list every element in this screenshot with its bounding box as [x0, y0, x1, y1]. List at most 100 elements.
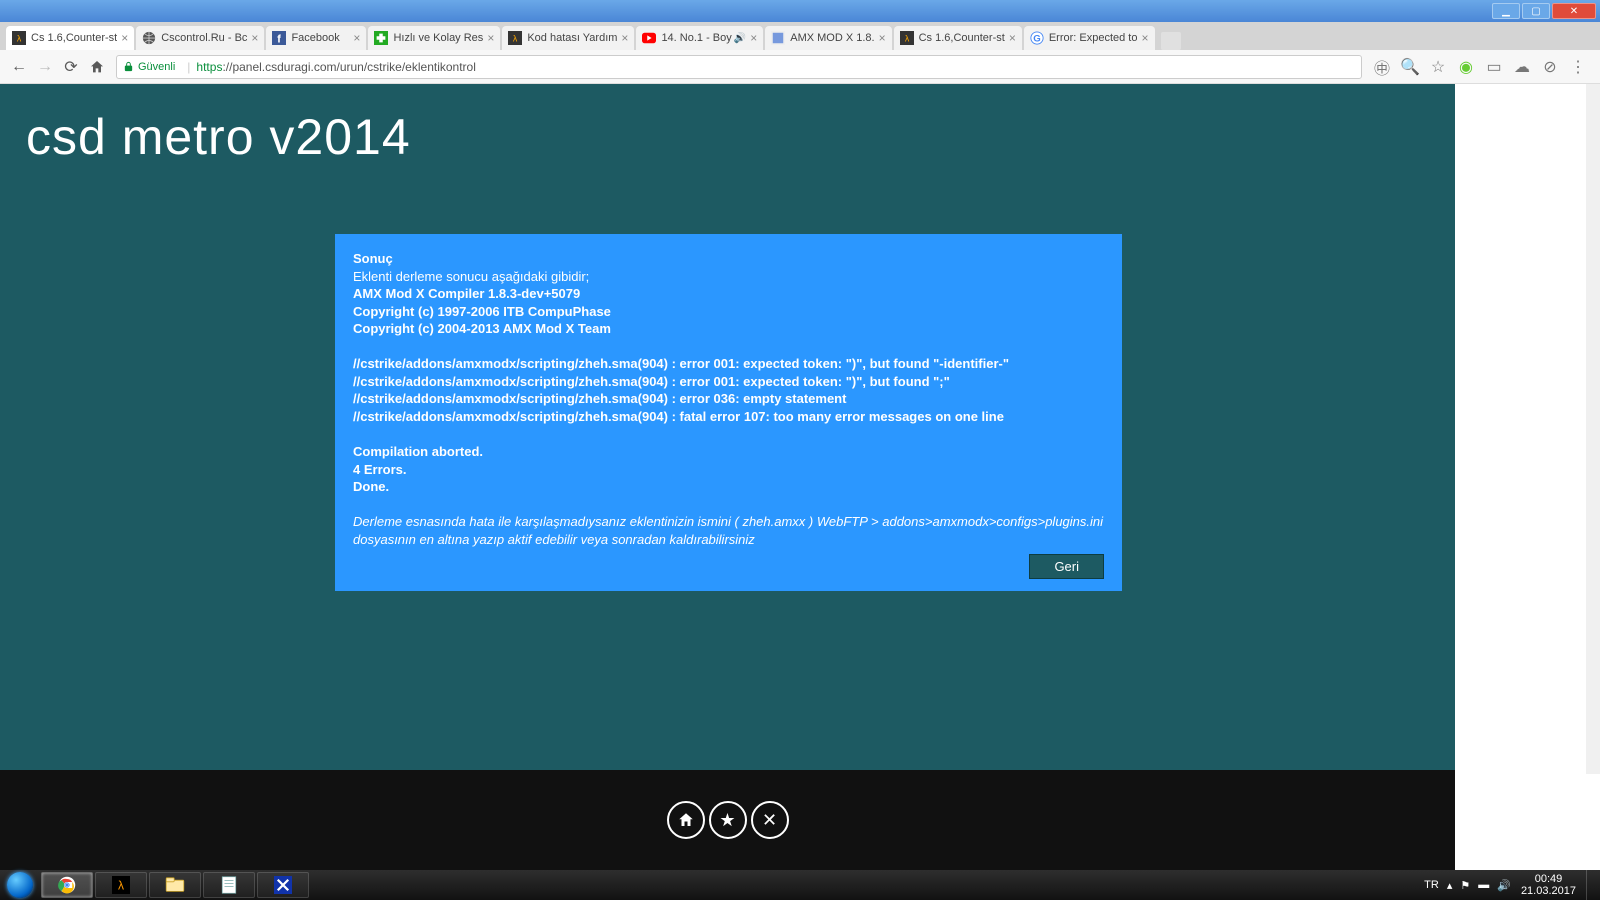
browser-tab[interactable]: G Error: Expected to× [1024, 26, 1155, 50]
compiler-line-0: AMX Mod X Compiler 1.8.3-dev+5079 [353, 286, 580, 301]
translate-icon[interactable]: ㊥ [1371, 56, 1393, 78]
system-tray: TR ▴ ⚑ ▬ 🔊 00:49 21.03.2017 [1420, 870, 1600, 900]
tab-favicon: G [1030, 31, 1044, 45]
secure-indicator: Güvenli [123, 61, 175, 73]
taskbar-item-chrome[interactable] [41, 872, 93, 898]
tab-label: Facebook [291, 32, 349, 44]
url-rest: ://panel.csduragi.com/urun/cstrike/eklen… [222, 60, 475, 74]
compiler-line-1: Copyright (c) 1997-2006 ITB CompuPhase [353, 304, 611, 319]
tray-language[interactable]: TR [1424, 879, 1439, 891]
compiler-line-2: Copyright (c) 2004-2013 AMX Mod X Team [353, 321, 611, 336]
forward-button[interactable]: → [34, 56, 56, 78]
tab-close-icon[interactable]: × [750, 31, 757, 45]
secure-label: Güvenli [138, 61, 175, 73]
tab-close-icon[interactable]: × [121, 31, 128, 45]
window-close-button[interactable]: ✕ [1552, 3, 1596, 19]
page-footer-bar: ★ ✕ [0, 770, 1455, 870]
error-line-1: //cstrike/addons/amxmodx/scripting/zheh.… [353, 374, 950, 389]
extension-3-icon[interactable]: ☁ [1511, 56, 1533, 78]
tab-favicon [642, 31, 656, 45]
tab-favicon [771, 31, 785, 45]
svg-text:λ: λ [513, 34, 518, 44]
result-note: Derleme esnasında hata ile karşılaşmadıy… [353, 513, 1104, 548]
browser-tab[interactable]: AMX MOD X 1.8. × [765, 26, 891, 50]
tab-label: Error: Expected to [1049, 32, 1138, 44]
tray-flag-icon[interactable]: ⚑ [1460, 879, 1470, 892]
taskbar-item-notepad[interactable] [203, 872, 255, 898]
tab-label: Cscontrol.Ru - Bc [161, 32, 247, 44]
svg-text:f: f [278, 33, 282, 45]
browser-tab-strip: λCs 1.6,Counter-st×Cscontrol.Ru - Bc×fFa… [0, 22, 1600, 50]
tab-close-icon[interactable]: × [251, 31, 258, 45]
taskbar-item-half-life[interactable]: λ [95, 872, 147, 898]
browser-tab[interactable]: Hızlı ve Kolay Res × [368, 26, 500, 50]
browser-tab[interactable]: 14. No.1 - Boy🔊× [636, 26, 763, 50]
footer-star-icon[interactable]: ★ [709, 801, 747, 839]
browser-tab[interactable]: λ Cs 1.6,Counter-st × [6, 26, 134, 50]
tab-close-icon[interactable]: × [487, 31, 494, 45]
browser-toolbar: ← → ⟳ Güvenli | https://panel.csduragi.c… [0, 50, 1600, 84]
start-button[interactable] [0, 870, 40, 900]
tab-label: AMX MOD X 1.8. [790, 32, 874, 44]
tab-favicon: λ [900, 31, 914, 45]
window-minimize-button[interactable]: ▁ [1492, 3, 1520, 19]
svg-text:λ: λ [904, 34, 909, 44]
tray-network-icon[interactable]: ▬ [1478, 879, 1489, 891]
result-intro: Eklenti derleme sonucu aşağıdaki gibidir… [353, 268, 1104, 286]
tab-close-icon[interactable]: × [353, 31, 360, 45]
browser-tab[interactable]: Cscontrol.Ru - Bc × [136, 26, 264, 50]
footer-line-1: 4 Errors. [353, 462, 406, 477]
tab-favicon [142, 31, 156, 45]
compile-result-panel: Sonuç Eklenti derleme sonucu aşağıdaki g… [335, 234, 1122, 591]
svg-text:λ: λ [118, 879, 124, 893]
taskbar-item-explorer[interactable] [149, 872, 201, 898]
window-titlebar: ▁ ▢ ✕ [0, 0, 1600, 22]
tab-close-icon[interactable]: × [621, 31, 628, 45]
tray-date: 21.03.2017 [1521, 885, 1576, 897]
tab-close-icon[interactable]: × [1141, 31, 1148, 45]
tab-favicon [374, 31, 388, 45]
tray-clock[interactable]: 00:49 21.03.2017 [1521, 873, 1576, 897]
extension-2-icon[interactable]: ▭ [1483, 56, 1505, 78]
reload-button[interactable]: ⟳ [60, 56, 82, 78]
tray-volume-icon[interactable]: 🔊 [1497, 879, 1511, 892]
url-scheme: https [196, 60, 222, 74]
bookmark-star-icon[interactable]: ☆ [1427, 56, 1449, 78]
tab-favicon: f [272, 31, 286, 45]
error-line-3: //cstrike/addons/amxmodx/scripting/zheh.… [353, 409, 1004, 424]
error-line-2: //cstrike/addons/amxmodx/scripting/zheh.… [353, 391, 846, 406]
browser-tab[interactable]: f Facebook × [266, 26, 366, 50]
chrome-menu-icon[interactable]: ⋮ [1567, 56, 1589, 78]
footer-close-icon[interactable]: ✕ [751, 801, 789, 839]
tab-favicon: λ [508, 31, 522, 45]
browser-tab[interactable]: λCs 1.6,Counter-st× [894, 26, 1022, 50]
show-desktop-button[interactable] [1586, 870, 1596, 900]
zoom-icon[interactable]: 🔍 [1399, 56, 1421, 78]
new-tab-button[interactable] [1161, 32, 1181, 50]
tray-time: 00:49 [1521, 873, 1576, 885]
back-button-panel[interactable]: Geri [1029, 554, 1104, 579]
extension-1-icon[interactable]: ◉ [1455, 56, 1477, 78]
result-heading: Sonuç [353, 251, 393, 266]
taskbar-item-xfire[interactable] [257, 872, 309, 898]
browser-tab[interactable]: λKod hatası Yardım× [502, 26, 634, 50]
svg-text:λ: λ [17, 34, 22, 44]
window-maximize-button[interactable]: ▢ [1522, 3, 1550, 19]
windows-taskbar: λ TR ▴ ⚑ ▬ 🔊 00:49 21.03.2017 [0, 870, 1600, 900]
tab-close-icon[interactable]: × [1009, 31, 1016, 45]
home-button[interactable] [86, 56, 108, 78]
tray-show-hidden-icon[interactable]: ▴ [1447, 879, 1453, 892]
footer-home-icon[interactable] [667, 801, 705, 839]
tab-favicon: λ [12, 31, 26, 45]
tab-label: Cs 1.6,Counter-st [31, 32, 117, 44]
toolbar-right-icons: ㊥ 🔍 ☆ ◉ ▭ ☁ ⊘ ⋮ [1368, 56, 1592, 78]
tab-label: Hızlı ve Kolay Res [393, 32, 483, 44]
tab-audio-icon[interactable]: 🔊 [734, 33, 746, 44]
address-bar[interactable]: Güvenli | https://panel.csduragi.com/uru… [116, 55, 1362, 79]
footer-line-0: Compilation aborted. [353, 444, 483, 459]
extension-4-icon[interactable]: ⊘ [1539, 56, 1561, 78]
back-button[interactable]: ← [8, 56, 30, 78]
tab-close-icon[interactable]: × [879, 31, 886, 45]
page-title: csd metro v2014 [0, 84, 1455, 166]
page-scrollbar[interactable] [1586, 84, 1600, 774]
